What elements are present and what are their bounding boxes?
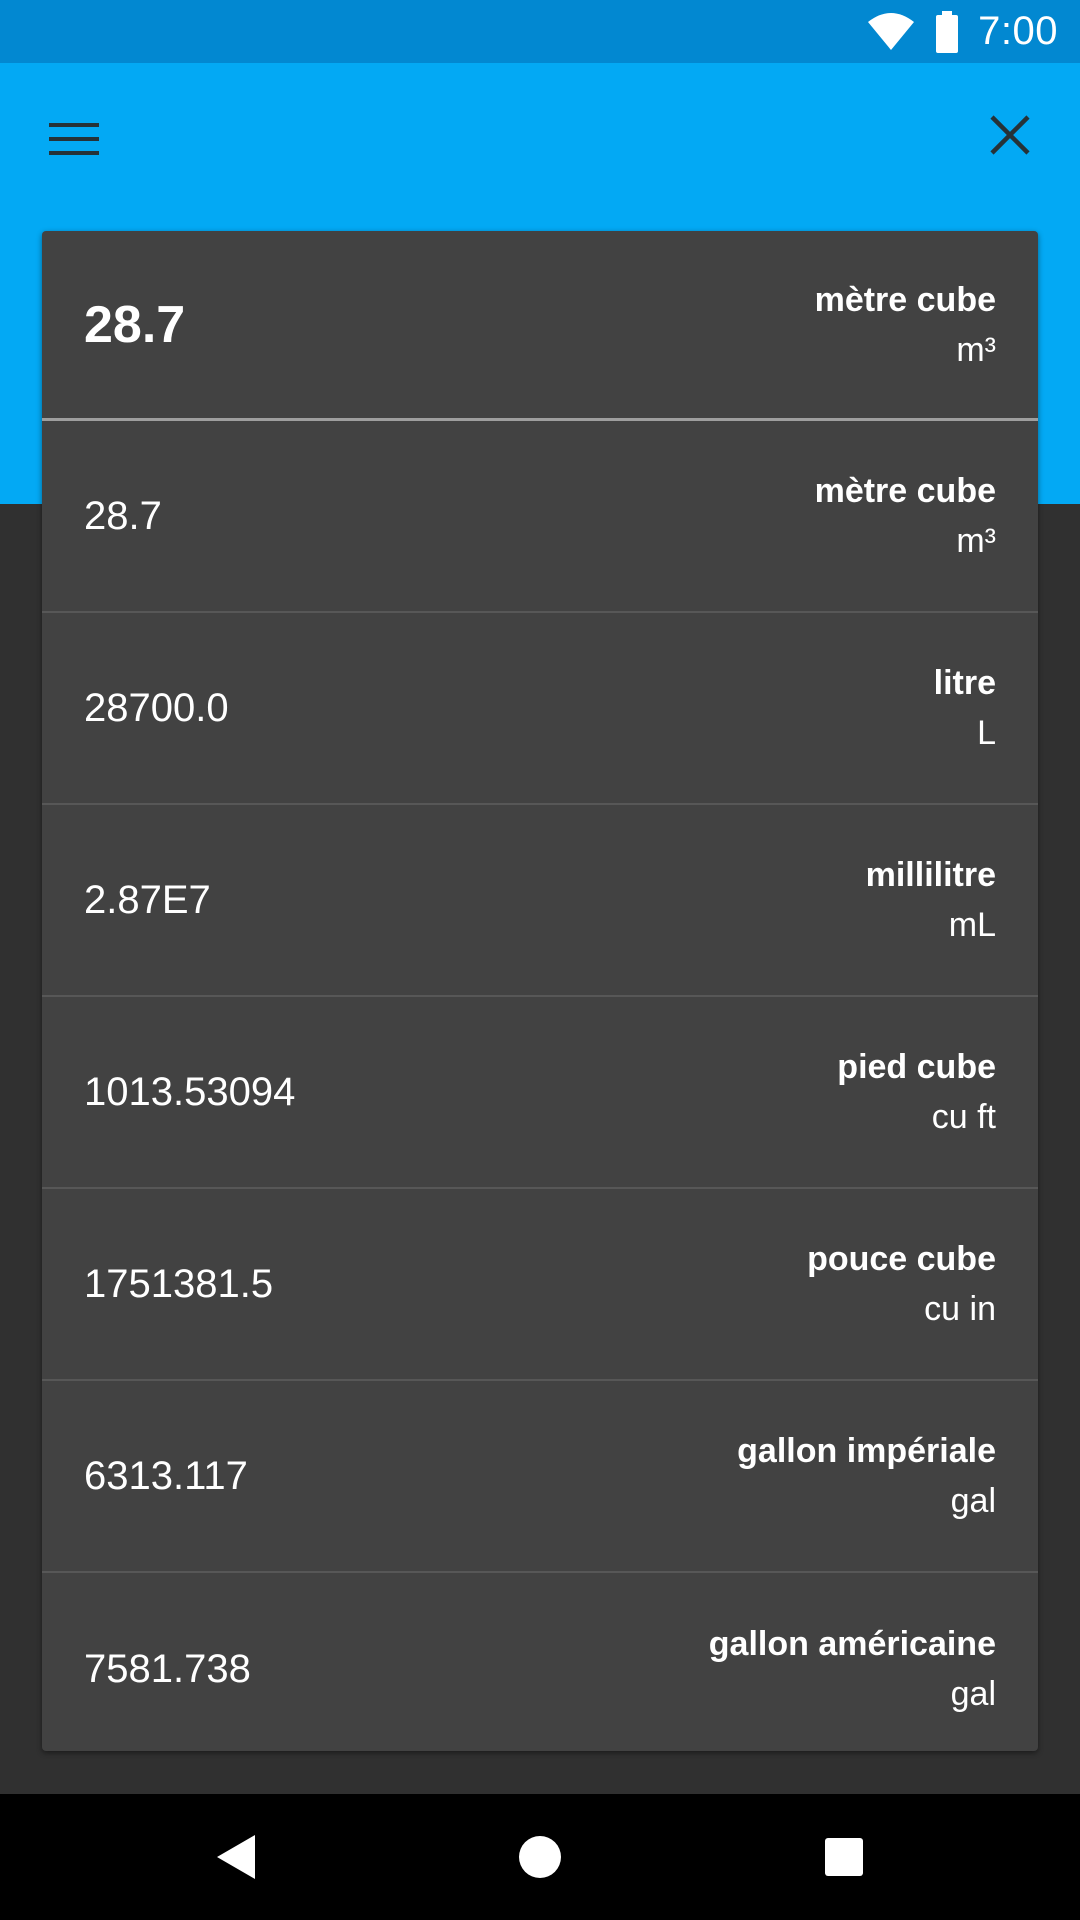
input-unit-name: mètre cube [814,280,996,319]
recents-button[interactable] [814,1827,874,1887]
navigation-bar [0,1794,1080,1920]
result-row[interactable]: 28.7 mètre cube m³ [42,421,1038,613]
result-unit-symbol: gal [950,1482,996,1520]
result-value: 1013.53094 [84,1069,296,1114]
result-unit-name: mètre cube [814,472,996,510]
result-value: 28700.0 [84,685,229,730]
result-unit-symbol: L [977,714,996,752]
input-row[interactable]: 28.7 mètre cube m³ [42,231,1038,421]
result-value: 6313.117 [84,1453,248,1498]
home-icon [519,1836,561,1878]
status-time: 7:00 [978,9,1058,53]
result-unit: litre L [934,658,996,758]
result-value: 1751381.5 [84,1261,274,1306]
battery-icon [934,10,960,53]
result-value: 2.87E7 [84,877,211,922]
result-unit: millilitre mL [866,850,996,950]
wifi-icon [866,12,916,52]
result-unit-name: millilitre [865,856,996,894]
result-unit-symbol: cu ft [931,1098,996,1136]
result-unit: pouce cube cu in [807,1234,996,1334]
result-row[interactable]: 28700.0 litre L [42,613,1038,805]
result-unit-name: pouce cube [807,1240,996,1278]
result-row[interactable]: 2.87E7 millilitre mL [42,805,1038,997]
conversion-card: 28.7 mètre cube m³ 28.7 mètre cube m³ 28… [42,231,1038,1751]
result-unit-symbol: mL [948,906,996,944]
result-row[interactable]: 7581.738 gallon américaine gal [42,1573,1038,1751]
result-unit: mètre cube m³ [815,466,996,566]
result-unit-name: litre [933,664,996,702]
result-unit-symbol: gal [950,1675,996,1713]
input-unit[interactable]: mètre cube m³ [815,275,996,375]
result-unit: gallon américaine gal [709,1619,996,1719]
result-unit-symbol: m³ [956,522,996,560]
menu-button[interactable] [34,99,114,179]
back-button[interactable] [206,1827,266,1887]
result-value: 28.7 [84,493,162,538]
result-row[interactable]: 1013.53094 pied cube cu ft [42,997,1038,1189]
status-bar: 7:00 [0,0,1080,63]
result-row[interactable]: 6313.117 gallon impériale gal [42,1381,1038,1573]
result-row[interactable]: 1751381.5 pouce cube cu in [42,1189,1038,1381]
input-unit-symbol: m³ [956,330,996,369]
close-button[interactable] [970,95,1050,175]
hamburger-menu-icon [49,123,99,155]
result-unit: gallon impériale gal [737,1426,996,1526]
recents-icon [825,1838,863,1876]
result-unit-name: pied cube [837,1048,996,1086]
result-unit-name: gallon américaine [708,1625,996,1663]
close-icon [990,115,1030,155]
result-value: 7581.738 [84,1646,251,1691]
home-button[interactable] [510,1827,570,1887]
screen: 7:00 28.7 mètre cube m³ 28.7 mètre cube … [0,0,1080,1920]
input-value[interactable]: 28.7 [84,295,185,355]
result-unit: pied cube cu ft [837,1042,996,1142]
back-icon [217,1835,255,1879]
result-unit-symbol: cu in [924,1290,996,1328]
result-unit-name: gallon impériale [737,1432,996,1470]
